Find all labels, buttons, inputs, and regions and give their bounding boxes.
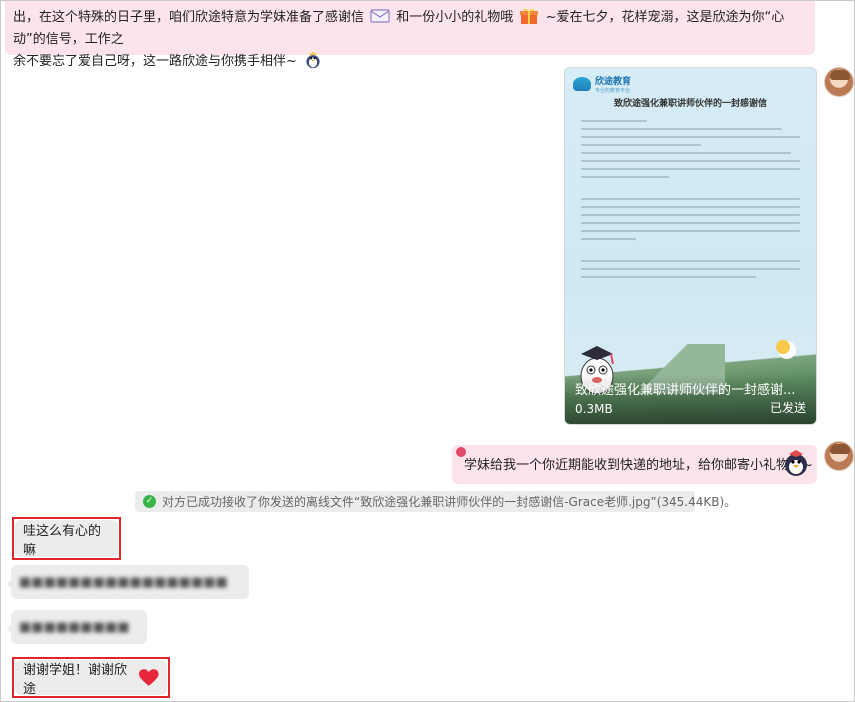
logo-mark-icon [573,77,591,91]
logo-name: 欣途教育 [595,77,632,87]
incoming-message[interactable]: ■■■■■■■■■■■■■■■■■ [7,565,249,599]
envelope-icon [370,9,390,23]
outgoing-message-text: 学妹给我一个你近期能收到快递的地址，给你邮寄小礼物哦~ [464,458,813,473]
highlight-box [12,657,170,698]
image-caption: 致欣途强化兼职讲师伙伴的一封感谢... [575,383,796,398]
highlight-box [12,517,121,560]
file-size: 0.3MB [575,402,613,416]
incoming-message[interactable]: ■■■■■■■■■ [7,610,147,644]
incoming-message-text-redacted: ■■■■■■■■■■■■■■■■■ [19,574,228,590]
brand-logo: 欣途教育 专业的教育平台 [573,74,631,94]
letter-body [581,114,800,284]
logo-subtitle: 专业的教育平台 [595,88,631,94]
message-text-2: 和一份小小的礼物哦 [396,10,514,25]
sun-icon [776,340,790,354]
chat-window: 出，在这个特殊的日子里，咱们欣途特意为学妹准备了感谢信 和一份小小的礼物哦 ~爱… [0,0,855,702]
bubble-decoration-icon [456,447,466,457]
avatar[interactable] [824,441,854,471]
system-notice: ✓ 对方已成功接收了你发送的离线文件“致欣途强化兼职讲师伙伴的一封感谢信-Gra… [135,491,736,512]
system-notice-text: 对方已成功接收了你发送的离线文件“致欣途强化兼职讲师伙伴的一封感谢信-Grace… [162,495,737,509]
image-message[interactable]: 欣途教育 专业的教育平台 致欣途强化兼职讲师伙伴的一封感谢信 致欣途强化兼职讲师… [564,67,817,425]
send-status: 已发送 [769,401,806,415]
message-text-4: 余不要忘了爱自己呀，这一路欣途与你携手相伴~ [13,54,297,69]
penguin-icon [785,450,807,476]
avatar[interactable] [824,67,854,97]
gift-icon [520,8,539,24]
incoming-message-text-redacted: ■■■■■■■■■ [19,619,130,635]
message-text-1: 出，在这个特殊的日子里，咱们欣途特意为学妹准备了感谢信 [13,10,365,25]
penguin-icon [306,51,320,69]
check-circle-icon: ✓ [143,495,156,508]
letter-title: 致欣途强化兼职讲师伙伴的一封感谢信 [613,99,767,109]
outgoing-message[interactable]: 学妹给我一个你近期能收到快递的地址，给你邮寄小礼物哦~ [452,445,817,484]
message-bubble-top[interactable]: 出，在这个特殊的日子里，咱们欣途特意为学妹准备了感谢信 和一份小小的礼物哦 ~爱… [5,1,815,69]
